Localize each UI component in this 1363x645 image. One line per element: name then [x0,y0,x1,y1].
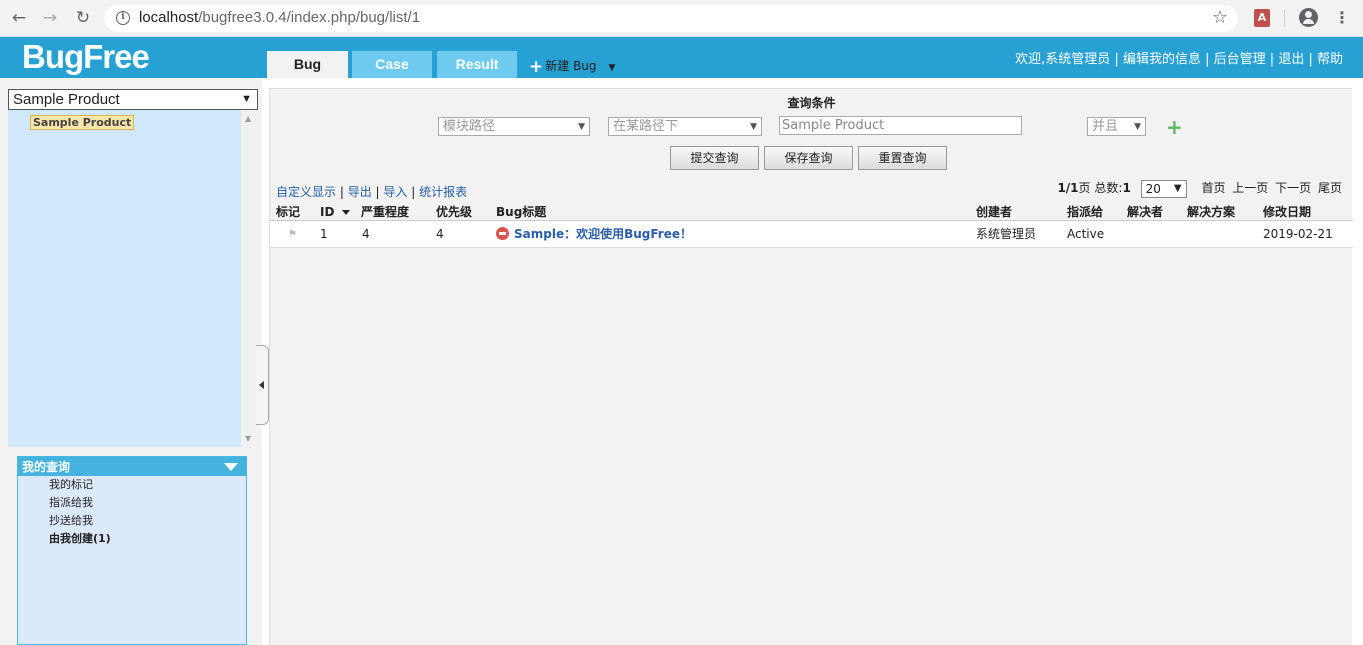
table-header: 标记 ID 严重程度 优先级 Bug标题 创建者 指派给 解决者 解决方案 修改… [270,203,1353,221]
last-page-link[interactable]: 尾页 [1318,181,1342,195]
scroll-up-icon[interactable]: ▲ [245,114,251,123]
my-queries-panel: 我的查询 我的标记 指派给我 抄送给我 由我创建(1) [17,456,247,645]
main-content: 查询条件 模块路径 ▼ 在某路径下 ▼ Sample Product 并且 ▼ + 提… [269,88,1353,645]
save-query-button[interactable]: 保存查询 [764,146,853,170]
col-title[interactable]: Bug标题 [496,203,546,221]
back-icon[interactable]: ← [9,8,29,28]
col-resolver[interactable]: 解决者 [1127,203,1163,221]
reset-query-button[interactable]: 重置查询 [858,146,947,170]
chevron-left-icon [259,381,264,389]
col-severity[interactable]: 严重程度 [361,203,409,221]
help-link[interactable]: 帮助 [1317,52,1343,67]
col-assignee[interactable]: 指派给 [1067,203,1103,221]
tab-bug[interactable]: Bug [267,51,348,78]
bug-title-link[interactable]: Sample：欢迎使用BugFree！ [514,227,692,241]
flag-icon[interactable]: ⚑ [288,221,297,248]
query-created-by-me[interactable]: 由我创建(1) [18,530,246,548]
forward-icon[interactable]: → [40,8,60,28]
tree-node-product[interactable]: Sample Product [30,115,135,130]
query-assigned-to-me[interactable]: 指派给我 [18,494,246,512]
info-icon[interactable]: i [116,11,130,25]
cell-assignee: Active [1067,227,1105,241]
account-icon[interactable] [1299,8,1318,27]
cell-id: 1 [320,227,328,241]
logic-select[interactable]: 并且 ▼ [1087,117,1146,136]
col-modified[interactable]: 修改日期 [1263,203,1311,221]
logo: BugFree [22,38,150,75]
bug-table: 标记 ID 严重程度 优先级 Bug标题 创建者 指派给 解决者 解决方案 修改… [270,203,1353,248]
import-link[interactable]: 导入 [383,185,407,199]
reload-icon[interactable]: ↻ [73,8,93,28]
bookmark-star-icon[interactable]: ☆ [1212,7,1228,28]
sidebar-collapse-handle[interactable] [256,345,269,425]
value-input[interactable]: Sample Product [779,116,1022,135]
col-creator[interactable]: 创建者 [976,203,1012,221]
export-link[interactable]: 导出 [348,185,372,199]
cell-modified: 2019-02-21 [1263,227,1333,241]
field-select[interactable]: 模块路径 ▼ [438,117,590,136]
prev-page-link[interactable]: 上一页 [1232,181,1268,195]
col-id[interactable]: ID [320,203,351,221]
user-links: 欢迎,系统管理员 | 编辑我的信息 | 后台管理 | 退出 | 帮助 [1015,52,1343,67]
query-cc-me[interactable]: 抄送给我 [18,512,246,530]
left-sidebar: Sample Product ▼ Sample Product ▲ ▼ 我的查询… [0,78,262,645]
more-menu-icon[interactable]: ⋮ [1334,8,1350,28]
add-condition-icon[interactable]: + [1166,115,1183,139]
cell-creator: 系统管理员 [976,227,1037,241]
operator-select[interactable]: 在某路径下 ▼ [608,117,762,136]
submit-query-button[interactable]: 提交查询 [670,146,759,170]
toolbar-divider [1284,10,1285,27]
new-bug-button[interactable]: + 新建 Bug ▼ [529,57,616,77]
url-text[interactable]: localhost/bugfree3.0.4/index.php/bug/lis… [139,9,420,26]
admin-link[interactable]: 后台管理 [1214,52,1266,67]
app-header: BugFree Bug Case Result + 新建 Bug ▼ 欢迎,系统管理… [0,37,1363,78]
chevron-down-icon: ▼ [578,122,585,132]
cell-severity: 4 [362,227,370,241]
module-tree: Sample Product ▲ ▼ [8,110,258,447]
tab-case[interactable]: Case [352,51,432,78]
scroll-down-icon[interactable]: ▼ [245,434,251,443]
address-bar[interactable]: i localhost/bugfree3.0.4/index.php/bug/l… [104,5,1238,32]
chevron-down-icon[interactable]: ▼ [609,63,616,73]
edit-profile-link[interactable]: 编辑我的信息 [1123,52,1201,67]
welcome-text: 欢迎, [1015,52,1046,67]
chevron-down-icon: ▼ [750,122,757,132]
total-label: 总数: [1094,181,1123,195]
report-link[interactable]: 统计报表 [419,185,467,199]
status-active-icon [496,227,509,240]
plus-icon: + [529,57,544,77]
page-size-select[interactable]: 20 ▼ [1140,179,1187,198]
query-conditions-title: 查询条件 [787,96,836,110]
chevron-down-icon: ▼ [241,93,252,105]
col-priority[interactable]: 优先级 [436,203,472,221]
sort-desc-icon [342,210,351,215]
custom-display-link[interactable]: 自定义显示 [276,185,336,199]
logout-link[interactable]: 退出 [1278,52,1304,67]
total-count: 1 [1122,181,1131,195]
first-page-link[interactable]: 首页 [1201,181,1225,195]
chevron-down-icon: ▼ [1173,182,1182,194]
cell-priority: 4 [436,227,444,241]
next-page-link[interactable]: 下一页 [1275,181,1311,195]
product-select[interactable]: Sample Product ▼ [8,89,258,110]
col-resolution[interactable]: 解决方案 [1187,203,1235,221]
query-my-marks[interactable]: 我的标记 [18,476,246,494]
my-queries-header[interactable]: 我的查询 [18,457,246,476]
pdf-extension-icon[interactable]: A [1254,9,1270,27]
table-row[interactable]: ⚑ 1 4 4 Sample：欢迎使用BugFree！ 系统管理员 Active… [270,221,1353,248]
col-mark[interactable]: 标记 [276,203,300,221]
list-toolbar: 自定义显示 | 导出 | 导入 | 统计报表 [276,185,468,199]
browser-toolbar: ← → ↻ i localhost/bugfree3.0.4/index.php… [0,0,1363,37]
tab-result[interactable]: Result [437,51,517,78]
cell-title: Sample：欢迎使用BugFree！ [496,221,692,248]
chevron-down-icon: ▼ [1134,122,1141,132]
collapse-triangle-icon[interactable] [224,463,238,471]
current-user: 系统管理员 [1045,52,1111,67]
page-info: 1/1 [1057,181,1079,195]
pagination: 1/1页 总数:1 20 ▼ 首页 上一页 下一页 尾页 [1057,179,1342,198]
